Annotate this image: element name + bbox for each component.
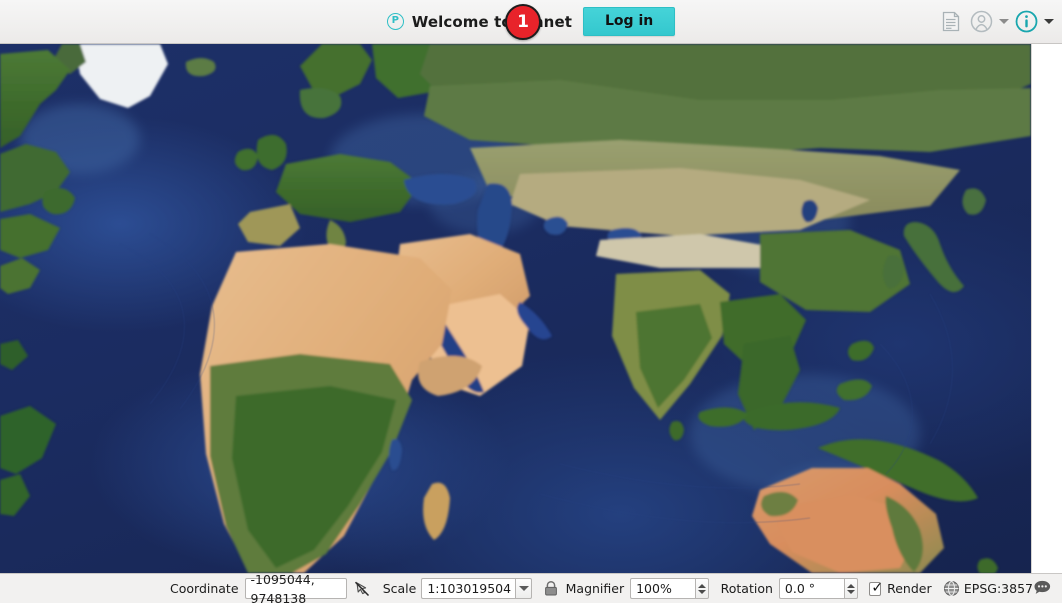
globe-crs-icon[interactable]: [943, 580, 960, 597]
planet-plugin-toolbar: P Welcome to Planet Log in 1: [0, 0, 1062, 44]
toolbar-right-group: [936, 0, 1056, 43]
crs-label[interactable]: EPSG:3857: [964, 581, 1033, 596]
messages-log-icon[interactable]: [936, 7, 966, 37]
login-button[interactable]: Log in: [583, 6, 676, 37]
info-icon[interactable]: [1011, 7, 1041, 37]
map-canvas-satellite-basemap[interactable]: [0, 44, 1031, 573]
step-badge-1: 1: [505, 4, 541, 40]
welcome-title: Welcome to Planet: [411, 12, 573, 31]
rotation-input[interactable]: 0.0 °: [778, 578, 844, 599]
status-bar: Coordinate -1095044, 9748138 Scale 1:103…: [0, 572, 1062, 603]
scale-input[interactable]: 1:103019504: [421, 578, 516, 599]
magnifier-spinner[interactable]: [695, 578, 710, 599]
magnifier-input[interactable]: 100%: [630, 578, 696, 599]
coordinate-capture-off-icon[interactable]: [353, 580, 371, 598]
map-area: [0, 44, 1062, 573]
planet-logo-letter: P: [391, 15, 399, 26]
render-checkbox[interactable]: [869, 580, 883, 596]
landmass-layer: [0, 44, 1031, 573]
scale-lock-icon[interactable]: [543, 580, 559, 597]
profile-dropdown-caret-icon[interactable]: [996, 7, 1011, 37]
scale-label: Scale: [382, 581, 417, 596]
render-label: Render: [887, 581, 932, 596]
coordinate-input[interactable]: -1095044, 9748138: [244, 572, 347, 603]
rotation-spinner[interactable]: [843, 578, 859, 599]
user-profile-icon[interactable]: [966, 7, 996, 37]
planet-circle-p-icon: P: [386, 13, 404, 30]
coordinate-label: Coordinate: [170, 581, 239, 596]
map-right-blank-panel: [1031, 44, 1062, 573]
scale-dropdown-caret-icon[interactable]: [515, 578, 532, 599]
rotation-label: Rotation: [720, 581, 773, 596]
application-window: P Welcome to Planet Log in 1 Coordinate …: [0, 0, 1062, 603]
magnifier-label: Magnifier: [565, 581, 625, 596]
info-dropdown-caret-icon[interactable]: [1041, 7, 1056, 37]
messages-bubble-icon[interactable]: [1033, 580, 1052, 597]
